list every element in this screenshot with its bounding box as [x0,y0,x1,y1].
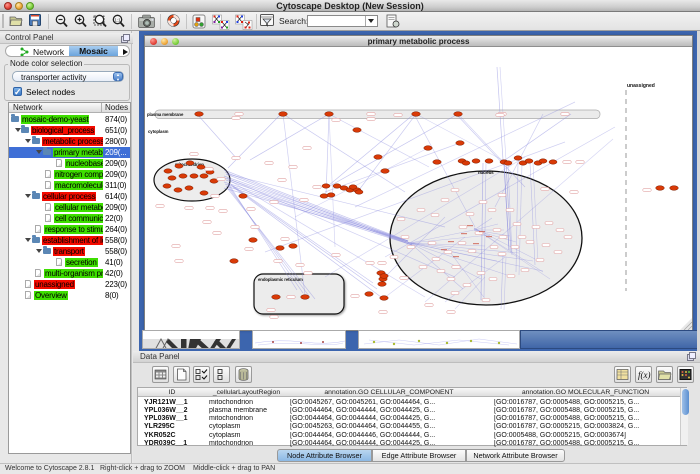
svg-text:cytoplasm: cytoplasm [148,129,169,134]
svg-text:unassigned: unassigned [627,83,655,89]
svg-text:1:1: 1:1 [114,17,121,22]
svg-text:f(x): f(x) [638,370,651,380]
svg-text:nucleus: nucleus [478,170,494,175]
svg-text:endoplasmic reticulum: endoplasmic reticulum [258,277,303,282]
svg-text:plasma membrane: plasma membrane [147,112,184,117]
